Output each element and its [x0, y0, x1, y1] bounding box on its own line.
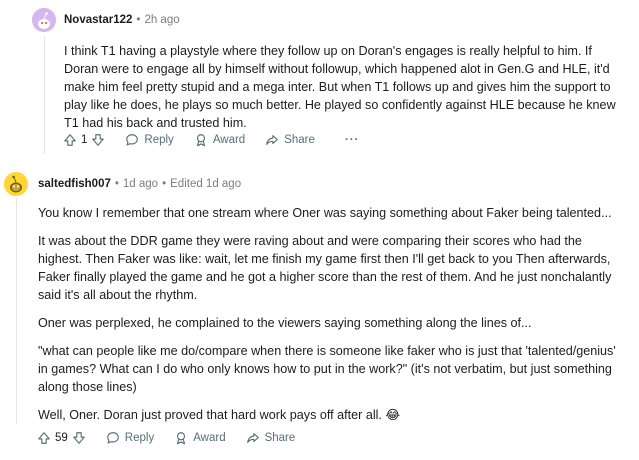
thread-line[interactable] — [16, 198, 17, 424]
share-arrow-icon — [246, 433, 259, 443]
comment-meta: saltedfish007 • 1d ago • Edited 1d ago — [38, 178, 242, 190]
comment-paragraph: I think T1 having a playstyle where they… — [64, 44, 616, 130]
downvote-arrow-icon[interactable] — [72, 431, 86, 445]
timestamp[interactable]: 2h ago — [144, 14, 179, 26]
reply-button[interactable]: Reply — [106, 431, 154, 445]
comment-paragraph: It was about the DDR game they were ravi… — [38, 234, 612, 302]
avatar[interactable] — [32, 8, 56, 32]
share-label: Share — [264, 432, 296, 444]
comment-actions: 1 Reply Award Share ··· — [63, 130, 359, 150]
comment-actions: 59 Reply Award Share — [37, 428, 315, 448]
vote-group: 59 — [37, 431, 86, 445]
upvote-arrow-icon[interactable] — [37, 431, 51, 445]
comment-paragraph: You know I remember that one stream wher… — [38, 206, 612, 220]
author-name[interactable]: saltedfish007 — [38, 178, 111, 190]
downvote-arrow-icon[interactable] — [91, 133, 105, 147]
award-button[interactable]: Award — [174, 431, 226, 445]
reply-button[interactable]: Reply — [125, 133, 174, 147]
vote-score: 1 — [81, 134, 88, 146]
reply-label: Reply — [124, 432, 155, 444]
timestamp[interactable]: 1d ago — [123, 178, 158, 190]
award-button[interactable]: Award — [194, 133, 245, 147]
comment-body: I think T1 having a playstyle where they… — [64, 42, 624, 142]
share-arrow-icon — [266, 135, 279, 145]
award-label: Award — [212, 134, 246, 146]
edited-label: Edited 1d ago — [170, 178, 242, 190]
share-button[interactable]: Share — [265, 133, 315, 147]
comment-body: You know I remember that one stream wher… — [38, 204, 624, 434]
award-label: Award — [193, 432, 226, 444]
upvote-arrow-icon[interactable] — [63, 133, 77, 147]
comment-paragraph: Oner was perplexed, he complained to the… — [38, 316, 532, 330]
thread-line[interactable] — [44, 36, 45, 154]
award-ribbon-icon — [177, 432, 186, 445]
speech-bubble-icon — [126, 134, 139, 146]
snoo-avatar-icon — [4, 172, 28, 196]
avatar[interactable] — [4, 172, 28, 196]
comment-paragraph: "what can people like me do/compare when… — [38, 344, 616, 394]
share-label: Share — [284, 134, 315, 146]
comment-meta: Novastar122 • 2h ago — [64, 14, 180, 26]
more-options-button[interactable]: ··· — [345, 134, 360, 146]
vote-group: 1 — [63, 133, 105, 147]
award-ribbon-icon — [196, 134, 205, 147]
share-button[interactable]: Share — [246, 431, 296, 445]
speech-bubble-icon — [106, 432, 119, 444]
reply-label: Reply — [144, 134, 174, 146]
comment-paragraph: Well, Oner. Doran just proved that hard … — [38, 408, 401, 422]
snoo-avatar-icon — [32, 8, 56, 32]
author-name[interactable]: Novastar122 — [64, 14, 132, 26]
vote-score: 59 — [55, 432, 68, 444]
